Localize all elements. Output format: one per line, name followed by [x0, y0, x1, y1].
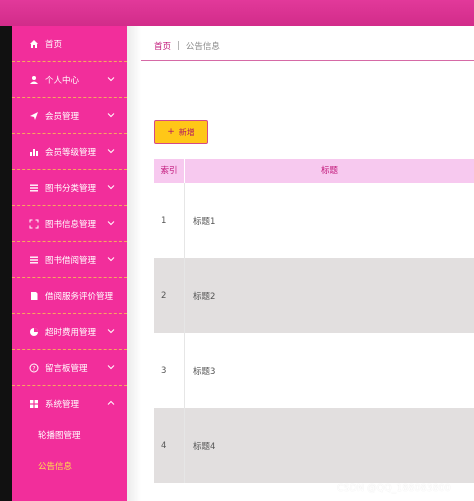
- sidebar-item-label: 首页: [45, 39, 63, 50]
- list-icon: [28, 182, 40, 194]
- sidebar-item-book-borrow-management[interactable]: 图书借阅管理: [12, 242, 127, 278]
- sidebar-item-label: 个人中心: [45, 75, 80, 86]
- sidebar-item-label: 图书信息管理: [45, 219, 97, 230]
- cell-title: 标题1: [193, 216, 216, 227]
- chevron-down-icon: [107, 255, 115, 263]
- cell-index: 1: [154, 183, 185, 258]
- sidebar-item-book-category-management[interactable]: 图书分类管理: [12, 170, 127, 206]
- table-row[interactable]: 1 标题1: [154, 183, 474, 258]
- column-header-index[interactable]: 索引: [154, 159, 185, 183]
- cell-index: 4: [154, 408, 185, 483]
- table-row[interactable]: 4 标题4: [154, 408, 474, 483]
- cell-title: 标题4: [193, 441, 216, 452]
- home-icon: [28, 38, 40, 50]
- chevron-up-icon: [107, 399, 115, 407]
- top-header-bar: [0, 0, 474, 26]
- breadcrumb-current: 公告信息: [185, 42, 220, 52]
- sidebar-shadow: [127, 26, 141, 501]
- chevron-down-icon: [107, 327, 115, 335]
- sidebar-item-label: 会员管理: [45, 111, 80, 122]
- cell-index: 2: [154, 258, 185, 333]
- sidebar-item-borrow-service-review-management[interactable]: 借阅服务评价管理: [12, 278, 127, 314]
- chevron-down-icon: [107, 147, 115, 155]
- chevron-down-icon: [107, 219, 115, 227]
- cell-title: 标题2: [193, 291, 216, 302]
- cell-title: 标题3: [193, 366, 216, 377]
- sidebar-item-label: 借阅服务评价管理: [45, 291, 114, 302]
- sidebar-item-personal-center[interactable]: 个人中心: [12, 62, 127, 98]
- breadcrumb-divider: [141, 60, 474, 61]
- send-icon: [28, 110, 40, 122]
- grid-icon: [28, 398, 40, 410]
- sidebar-subitem-announcement-info[interactable]: 公告信息: [12, 451, 127, 481]
- sidebar-item-message-board-management[interactable]: ? 留言板管理: [12, 350, 127, 386]
- sidebar-item-book-info-management[interactable]: 图书信息管理: [12, 206, 127, 242]
- chevron-down-icon: [107, 183, 115, 191]
- table-row[interactable]: 3 标题3: [154, 333, 474, 408]
- sidebar-item-member-management[interactable]: 会员管理: [12, 98, 127, 134]
- help-icon: ?: [28, 362, 40, 374]
- breadcrumb-separator: |: [177, 41, 180, 51]
- sidebar-item-label: 系统管理: [45, 400, 80, 410]
- sidebar-item-system-management[interactable]: 系统管理: [12, 386, 127, 422]
- chevron-down-icon: [107, 111, 115, 119]
- document-icon: [28, 290, 40, 302]
- sidebar-item-label: 图书借阅管理: [45, 255, 97, 266]
- sidebar-item-label: 留言板管理: [45, 363, 88, 374]
- sidebar-subitem-carousel-management[interactable]: 轮播图管理: [12, 420, 127, 450]
- chevron-down-icon: [107, 75, 115, 83]
- table-row[interactable]: 2 标题2: [154, 258, 474, 333]
- sidebar-menu: 首页 个人中心 会员管理 会员等级管理 图书分类管理 图书信息管理 图书借阅管理…: [12, 26, 127, 501]
- main-content: 首页 | 公告信息 + 新增 索引 标题 1 标题1 2 标题2 3 标题3 4…: [141, 26, 474, 501]
- expand-icon: [28, 218, 40, 230]
- breadcrumb-home-link[interactable]: 首页: [154, 40, 171, 52]
- sidebar-item-label: 会员等级管理: [45, 147, 97, 158]
- breadcrumb: 首页 | 公告信息: [154, 40, 220, 52]
- sidebar-item-label: 图书分类管理: [45, 183, 97, 194]
- list-icon: [28, 254, 40, 266]
- announcement-table: 索引 标题 1 标题1 2 标题2 3 标题3 4 标题4: [154, 159, 474, 483]
- cell-index: 3: [154, 333, 185, 408]
- pie-icon: [28, 326, 40, 338]
- sidebar-item-home[interactable]: 首页: [12, 26, 127, 62]
- user-icon: [28, 74, 40, 86]
- plus-icon: +: [167, 127, 175, 137]
- watermark: CSDN @QQ_188083800: [337, 483, 451, 494]
- add-button-label: 新增: [178, 127, 195, 137]
- add-button[interactable]: + 新增: [154, 120, 208, 144]
- chevron-down-icon: [107, 363, 115, 371]
- sidebar-item-member-level-management[interactable]: 会员等级管理: [12, 134, 127, 170]
- sidebar-item-overtime-fee-management[interactable]: 超时费用管理: [12, 314, 127, 350]
- column-header-title[interactable]: 标题: [185, 159, 474, 183]
- sidebar-item-label: 超时费用管理: [45, 327, 97, 338]
- left-edge-strip: [0, 26, 12, 501]
- svg-text:?: ?: [32, 365, 35, 372]
- table-header: 索引 标题: [154, 159, 474, 183]
- bar-chart-icon: [28, 146, 40, 158]
